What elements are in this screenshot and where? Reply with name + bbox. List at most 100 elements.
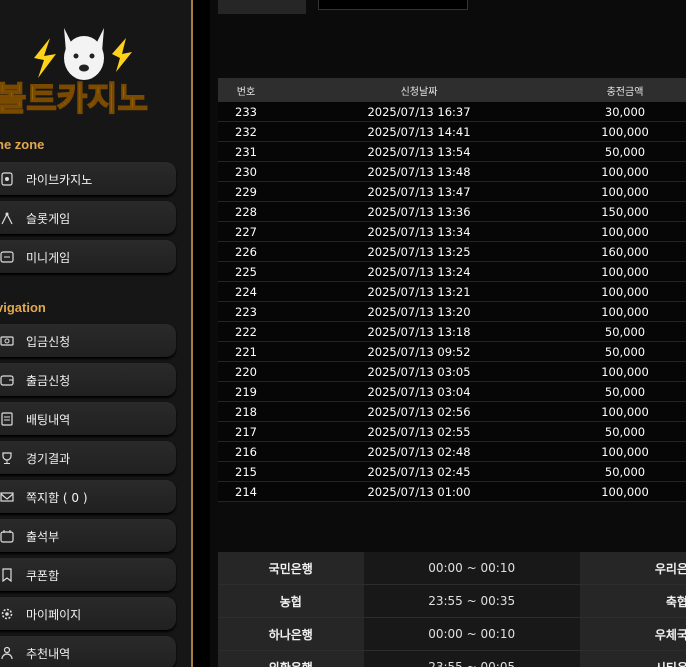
table-row: 232 2025/07/13 14:41 100,000 (218, 122, 686, 142)
table-row: 218 2025/07/13 02:56 100,000 (218, 402, 686, 422)
cell-date: 2025/07/13 13:25 (367, 244, 471, 259)
table-row: 220 2025/07/13 03:05 100,000 (218, 362, 686, 382)
cell-date: 2025/07/13 16:37 (367, 104, 471, 119)
sidebar: 볼트카지노 ne zone 라이브카지노 슬롯게임 미니게임 vigation … (0, 0, 193, 667)
cell-amount: 100,000 (601, 224, 649, 239)
main-content: 번호 신청날짜 충전금액 233 2025/07/13 16:37 30,000 23… (210, 0, 686, 667)
cell-number: 221 (235, 344, 257, 359)
sidebar-item-label: 배팅내역 (26, 412, 71, 427)
table-row: 221 2025/07/13 09:52 50,000 (218, 342, 686, 362)
table-row: 225 2025/07/13 13:24 100,000 (218, 262, 686, 282)
deposit-history-table: 번호 신청날짜 충전금액 233 2025/07/13 16:37 30,000 23… (218, 78, 686, 502)
table-row: 216 2025/07/13 02:48 100,000 (218, 442, 686, 462)
cell-amount: 50,000 (604, 344, 646, 359)
cell-date: 2025/07/13 13:36 (367, 204, 471, 219)
bank-name: 국민은행 (218, 552, 364, 584)
bank-row: 국민은행 00:00 ~ 00:10 우리은 (218, 552, 686, 585)
cell-date: 2025/07/13 13:48 (367, 164, 471, 179)
filter-tab[interactable] (218, 0, 306, 14)
cell-amount: 50,000 (604, 464, 646, 479)
cell-number: 215 (235, 464, 257, 479)
section-title-game: ne zone (0, 137, 45, 152)
table-row: 227 2025/07/13 13:34 100,000 (218, 222, 686, 242)
sidebar-item-mini-game[interactable]: 미니게임 (0, 240, 176, 274)
cell-number: 231 (235, 144, 257, 159)
bank-name-2: 우체국 (579, 618, 686, 650)
cell-date: 2025/07/13 03:05 (367, 364, 471, 379)
sidebar-item-deposit[interactable]: 입금신청 (0, 324, 176, 358)
cell-amount: 50,000 (604, 324, 646, 339)
bank-time: 00:00 ~ 00:10 (363, 552, 580, 584)
gear-icon (0, 607, 14, 621)
table-row: 219 2025/07/13 03:04 50,000 (218, 382, 686, 402)
withdraw-icon (0, 373, 14, 387)
bank-maintenance-table: 국민은행 00:00 ~ 00:10 우리은 농협 23:55 ~ 00:35 축협 하나은… (218, 552, 686, 667)
sidebar-item-results[interactable]: 경기결과 (0, 441, 176, 475)
cell-number: 219 (235, 384, 257, 399)
cell-date: 2025/07/13 02:45 (367, 464, 471, 479)
table-header: 번호 신청날짜 충전금액 (218, 78, 686, 102)
cell-date: 2025/07/13 01:00 (367, 484, 471, 499)
cell-amount: 100,000 (601, 184, 649, 199)
cell-date: 2025/07/13 13:34 (367, 224, 471, 239)
sidebar-item-label: 쿠폰함 (26, 568, 60, 583)
filter-input[interactable] (318, 0, 468, 10)
sidebar-item-withdraw[interactable]: 출금신청 (0, 363, 176, 397)
table-row: 223 2025/07/13 13:20 100,000 (218, 302, 686, 322)
sidebar-item-attendance[interactable]: 출석부 (0, 519, 176, 553)
section-title-nav: vigation (0, 300, 46, 315)
sidebar-item-coupons[interactable]: 쿠폰함 (0, 558, 176, 592)
bank-row: 하나은행 00:00 ~ 00:10 우체국 (218, 618, 686, 651)
cell-amount: 100,000 (601, 124, 649, 139)
cell-number: 226 (235, 244, 257, 259)
table-row: 224 2025/07/13 13:21 100,000 (218, 282, 686, 302)
cell-date: 2025/07/13 13:18 (367, 324, 471, 339)
sidebar-item-mypage[interactable]: 마이페이지 (0, 597, 176, 631)
cell-amount: 160,000 (601, 244, 649, 259)
cell-date: 2025/07/13 02:56 (367, 404, 471, 419)
cell-amount: 50,000 (604, 144, 646, 159)
cell-number: 230 (235, 164, 257, 179)
bet-history-icon (0, 412, 14, 426)
sidebar-item-referral[interactable]: 추천내역 (0, 636, 176, 667)
table-row: 229 2025/07/13 13:47 100,000 (218, 182, 686, 202)
table-row: 222 2025/07/13 13:18 50,000 (218, 322, 686, 342)
cell-date: 2025/07/13 13:54 (367, 144, 471, 159)
table-row: 231 2025/07/13 13:54 50,000 (218, 142, 686, 162)
cell-amount: 100,000 (601, 264, 649, 279)
sidebar-item-bet-history[interactable]: 배팅내역 (0, 402, 176, 436)
mini-game-icon (0, 250, 14, 264)
cell-amount: 100,000 (601, 404, 649, 419)
cell-date: 2025/07/13 14:41 (367, 124, 471, 139)
table-row: 214 2025/07/13 01:00 100,000 (218, 482, 686, 502)
cell-date: 2025/07/13 13:21 (367, 284, 471, 299)
sidebar-item-messages[interactable]: 쪽지함 ( 0 ) (0, 480, 176, 514)
sidebar-item-live-casino[interactable]: 라이브카지노 (0, 162, 176, 196)
sidebar-item-slot[interactable]: 슬롯게임 (0, 201, 176, 235)
cell-number: 232 (235, 124, 257, 139)
cell-number: 225 (235, 264, 257, 279)
header-date: 신청날짜 (400, 86, 438, 98)
cell-date: 2025/07/13 02:55 (367, 424, 471, 439)
cell-date: 2025/07/13 13:24 (367, 264, 471, 279)
trophy-icon (0, 451, 14, 465)
cell-date: 2025/07/13 09:52 (367, 344, 471, 359)
bank-time: 23:55 ~ 00:05 (363, 651, 580, 667)
bank-name: 외환은행 (218, 651, 364, 667)
cell-amount: 30,000 (604, 104, 646, 119)
attendance-icon (0, 529, 14, 543)
logo[interactable]: 볼트카지노 (0, 8, 184, 120)
cell-amount: 100,000 (601, 164, 649, 179)
bank-row: 외환은행23:55 ~ 00:05시티은 (218, 651, 686, 667)
sidebar-item-label: 출금신청 (26, 373, 71, 388)
cell-number: 218 (235, 404, 257, 419)
sidebar-item-label: 마이페이지 (26, 607, 82, 622)
cell-number: 227 (235, 224, 257, 239)
coupon-icon (0, 568, 14, 582)
table-row: 228 2025/07/13 13:36 150,000 (218, 202, 686, 222)
cell-amount: 100,000 (601, 444, 649, 459)
header-amount: 충전금액 (606, 86, 644, 98)
cell-date: 2025/07/13 13:47 (367, 184, 471, 199)
cell-number: 214 (235, 484, 257, 499)
sidebar-item-label: 미니게임 (26, 250, 71, 265)
